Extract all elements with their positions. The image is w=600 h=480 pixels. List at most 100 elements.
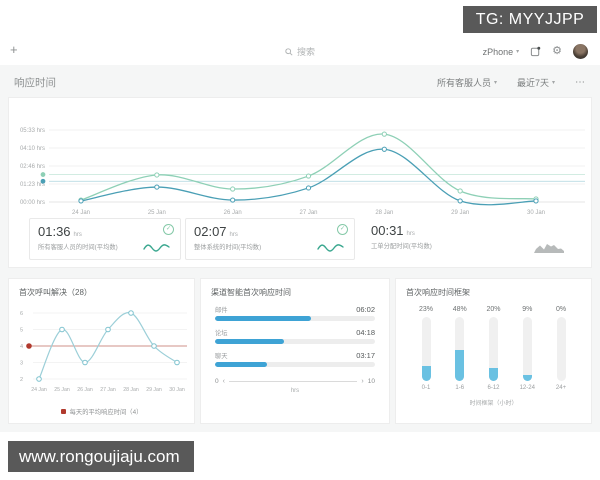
response-frame-panel: 首次响应时间框架 23% 0-1 48% 1-6 20% 6-12 9% 12-24 0% 24+…: [395, 278, 592, 424]
agent-filter-dropdown[interactable]: 所有客服人员 ▾: [437, 76, 497, 89]
svg-text:29 Jan: 29 Jan: [146, 387, 162, 393]
date-range-dropdown[interactable]: 最近7天 ▾: [517, 76, 555, 89]
scroll-left-icon[interactable]: ‹: [223, 378, 225, 385]
bar-fill: [421, 366, 431, 381]
frame-bar-column: 9% 12-24: [515, 306, 539, 391]
bar-track: [421, 317, 431, 381]
bar-fill: [455, 350, 465, 381]
bar-category-label: 6-12: [487, 385, 500, 391]
svg-text:26 Jan: 26 Jan: [224, 210, 242, 216]
panel-title: 首次响应时间框架: [406, 288, 470, 297]
channel-response-panel: 渠道智能首次响应时间 邮件 06:02 论坛 04:18 聊天 03:17 0 ‹ › 1…: [200, 278, 390, 424]
check-circle-icon: ✓: [337, 224, 348, 235]
bar-percent-label: 48%: [452, 306, 467, 313]
agent-filter-label: 所有客服人员: [436, 77, 491, 88]
scroll-right-icon[interactable]: ›: [361, 378, 363, 385]
bar-percent-label: 23%: [418, 306, 433, 313]
kpi-card-system-average: 02:07 hrs 整体系统的时间(平均数) ✓: [185, 218, 355, 260]
response-time-chart: 05:33 hrs 04:10 hrs 02:46 hrs 01:23 hrs 00:0…: [20, 128, 585, 216]
svg-text:2: 2: [20, 377, 23, 383]
report-filters: 所有客服人员 ▾ 最近7天 ▾ ⋯: [437, 76, 586, 89]
bar-category-label: 论坛: [215, 330, 228, 337]
svg-text:27 Jan: 27 Jan: [299, 210, 317, 216]
gear-icon[interactable]: ⚙: [552, 46, 562, 57]
frame-bar-column: 20% 6-12: [482, 306, 506, 391]
more-menu-button[interactable]: ⋯: [575, 77, 586, 88]
legend-marker-red: [60, 409, 66, 414]
frame-bar-column: 0% 24+: [549, 306, 573, 391]
response-time-panel: 05:33 hrs 04:10 hrs 02:46 hrs 01:23 hrs 00:0…: [8, 97, 592, 268]
frame-bar-column: 23% 0-1: [414, 306, 438, 391]
bar-fill: [215, 362, 268, 367]
navbar-right-cluster: zPhone ▾ ⚙: [483, 38, 588, 65]
first-call-resolution-panel: 首次呼叫解决（28） 6 5 4 3 2 24 Jan 25 Jan 26 Jan 27 Jan…: [8, 278, 195, 424]
svg-text:00:00 hrs: 00:00 hrs: [20, 200, 45, 206]
channel-bar-row: 论坛 04:18: [215, 328, 375, 344]
svg-text:01:23 hrs: 01:23 hrs: [20, 182, 45, 188]
axis-min-label: 0: [215, 378, 219, 385]
bar-track: [215, 339, 375, 344]
svg-text:28 Jan: 28 Jan: [123, 387, 139, 393]
channel-bar-row: 聊天 03:17: [215, 351, 375, 367]
panel-title: 首次呼叫解决（28）: [19, 288, 92, 297]
bar-track: [522, 317, 532, 381]
axis-max-label: 10: [367, 378, 375, 385]
add-tab-button[interactable]: +: [10, 42, 18, 57]
svg-text:5: 5: [20, 328, 23, 334]
svg-text:24 Jan: 24 Jan: [72, 210, 90, 216]
frame-bar-column: 48% 1-6: [448, 306, 472, 391]
svg-text:25 Jan: 25 Jan: [54, 387, 70, 393]
svg-text:6: 6: [20, 311, 23, 317]
svg-text:30 Jan: 30 Jan: [169, 387, 185, 393]
sparkline-area-icon: [534, 244, 564, 253]
kpi-unit: hrs: [406, 231, 415, 237]
hours-axis: 0 ‹ › 10: [215, 378, 375, 385]
avatar[interactable]: [573, 44, 588, 59]
svg-text:29 Jan: 29 Jan: [451, 210, 469, 216]
bar-percent-label: 20%: [486, 306, 501, 313]
svg-text:04:10 hrs: 04:10 hrs: [20, 146, 45, 152]
search-input[interactable]: 搜索: [285, 38, 315, 65]
zphone-label: zPhone: [482, 46, 514, 57]
chevron-down-icon: ▾: [493, 79, 497, 86]
bar-track: [489, 317, 498, 381]
search-icon: [285, 47, 293, 56]
channel-bars: 邮件 06:02 论坛 04:18 聊天 03:17: [201, 305, 389, 367]
bar-category-label: 24+: [555, 385, 567, 391]
svg-text:28 Jan: 28 Jan: [375, 210, 393, 216]
bar-fill: [215, 339, 284, 344]
bar-value-label: 03:17: [356, 351, 375, 360]
dashboard-content: 响应时间 所有客服人员 ▾ 最近7天 ▾ ⋯ 05:33 hrs 04:10 hr…: [0, 65, 600, 432]
svg-text:05:33 hrs: 05:33 hrs: [20, 128, 45, 134]
top-navbar: + 搜索 zPhone ▾ ⚙: [0, 38, 600, 66]
legend-label: 每天的平均响应时间（4）: [69, 409, 143, 416]
zphone-dropdown[interactable]: zPhone ▾: [483, 47, 520, 57]
search-placeholder: 搜索: [296, 47, 316, 57]
date-range-label: 最近7天: [516, 77, 549, 88]
chevron-down-icon: ▾: [516, 49, 520, 55]
channel-bar-row: 邮件 06:02: [215, 305, 375, 321]
bar-track: [215, 362, 375, 367]
axis-unit-label: hrs: [290, 388, 300, 394]
bar-category-label: 1-6: [455, 385, 465, 391]
svg-text:25 Jan: 25 Jan: [148, 210, 166, 216]
bar-category-label: 邮件: [215, 307, 228, 314]
bar-category-label: 聊天: [215, 353, 228, 360]
kpi-row: 01:36 hrs 所有客服人员的时间(平均数) ✓ 02:07 hrs 整体系…: [9, 218, 591, 264]
frame-axis-label: 时间框架（小时）: [469, 401, 518, 407]
apps-icon[interactable]: [530, 46, 541, 57]
svg-text:4: 4: [20, 344, 23, 350]
report-header: 响应时间 所有客服人员 ▾ 最近7天 ▾ ⋯: [0, 70, 600, 94]
svg-text:26 Jan: 26 Jan: [77, 387, 93, 393]
panel-title: 渠道智能首次响应时间: [211, 288, 291, 297]
bar-percent-label: 9%: [522, 306, 533, 313]
svg-text:3: 3: [20, 361, 23, 367]
bar-value-label: 06:02: [356, 305, 375, 314]
bar-value-label: 04:18: [356, 328, 375, 337]
dashboard-page: TG: MYYJJPP + 搜索 zPhone ▾ ⚙ 响应时间 所有客服人员 …: [0, 0, 600, 480]
bar-category-label: 12-24: [519, 385, 535, 391]
tg-contact-badge: TG: MYYJJPP: [463, 6, 597, 33]
kpi-card-ticket-assignment: 00:31 hrs 工单分配时间(平均数): [363, 218, 573, 260]
bar-fill: [489, 368, 498, 381]
chevron-down-icon: ▾: [551, 79, 555, 86]
